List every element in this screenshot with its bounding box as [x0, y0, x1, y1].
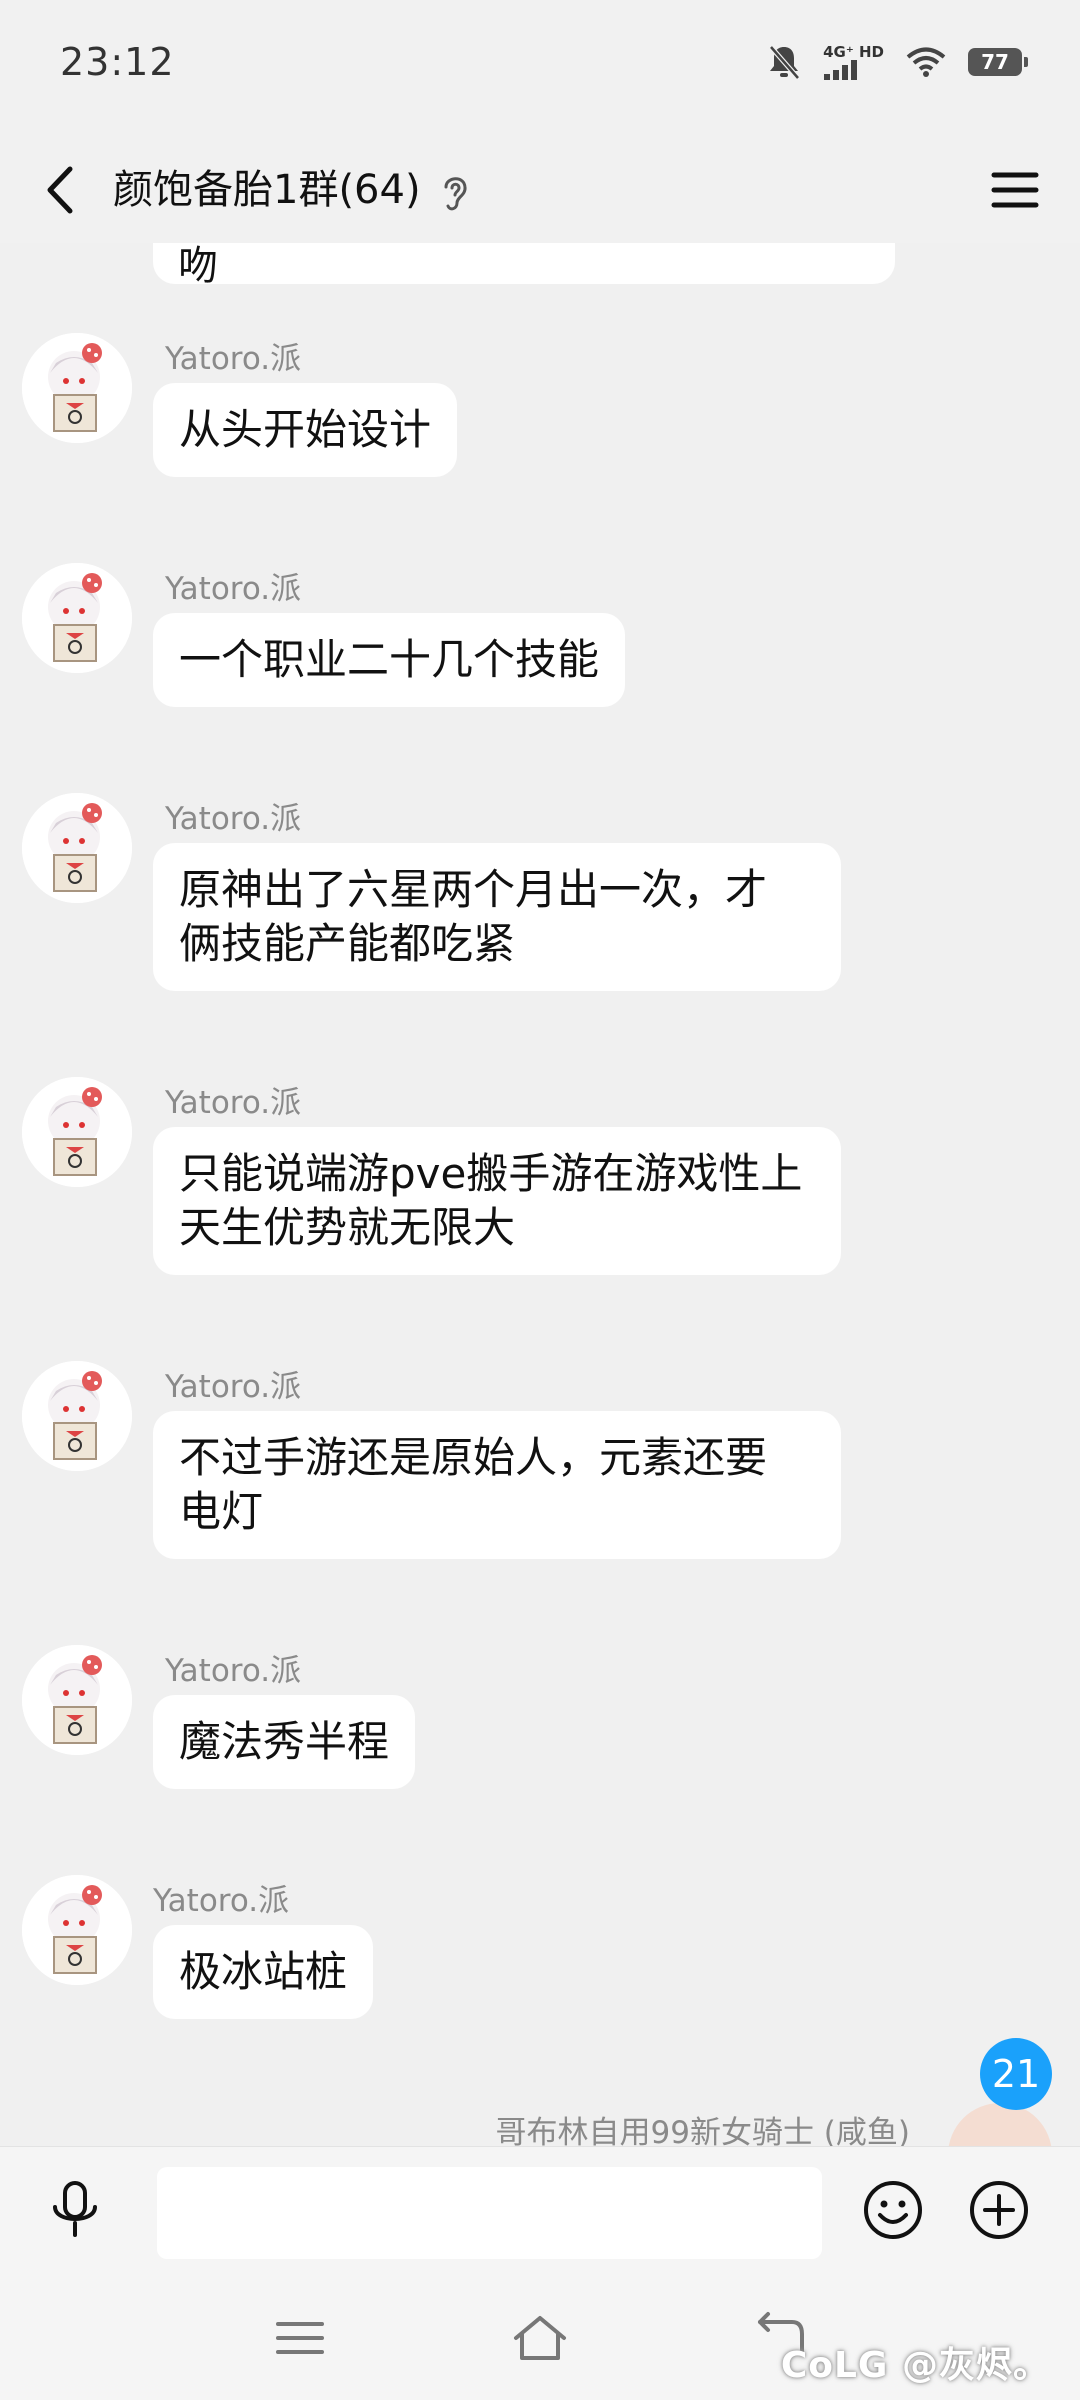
- message-line: 一个职业二十几个技能: [179, 635, 600, 684]
- wifi-icon: [906, 47, 946, 77]
- avatar-image: [22, 1077, 132, 1187]
- status-bar: 23:12 4G⁺ HD 77: [0, 0, 1080, 135]
- message-line: 天生优势就无限大: [179, 1203, 516, 1252]
- message-bubble[interactable]: 一个职业二十几个技能: [153, 613, 626, 707]
- hamburger-menu-icon[interactable]: [980, 155, 1050, 225]
- back-arrow-icon[interactable]: [30, 155, 100, 225]
- sender-name: 哥布林自用99新女骑士 (咸鱼): [495, 2115, 911, 2146]
- avatar[interactable]: [22, 1077, 132, 1187]
- input-bar: [0, 2146, 1080, 2277]
- message-line: 只能说端游pve搬手游在游戏性上: [179, 1149, 803, 1198]
- avatar-image: [22, 1645, 132, 1755]
- bell-off-icon: [769, 45, 800, 80]
- message-bubble[interactable]: 从头开始设计: [153, 383, 458, 477]
- message-bubble[interactable]: 魔法秀半程: [153, 1695, 416, 1789]
- system-nav-bar: CoLG @灰烬。: [0, 2276, 1080, 2400]
- message-line: 极冰站桩: [179, 1947, 348, 1996]
- sender-name: Yatoro.派: [165, 1369, 302, 1405]
- avatar[interactable]: [22, 793, 132, 903]
- avatar[interactable]: [22, 1875, 132, 1985]
- avatar[interactable]: [22, 1361, 132, 1471]
- watermark: CoLG @灰烬。: [780, 2345, 1050, 2386]
- sender-name: Yatoro.派: [165, 1653, 302, 1689]
- avatar-image: [22, 793, 132, 903]
- unread-count-badge[interactable]: 21: [980, 2038, 1052, 2110]
- message-line: 魔法秀半程: [179, 1717, 390, 1766]
- avatar-image: [22, 333, 132, 443]
- status-icons: 4G⁺ HD 77: [767, 42, 1028, 82]
- message-line: 电灯: [179, 1487, 264, 1536]
- plus-circle-icon[interactable]: [966, 2177, 1032, 2243]
- message-line: 原神出了六星两个月出一次，才: [179, 865, 768, 914]
- emoji-icon[interactable]: [860, 2177, 926, 2243]
- avatar[interactable]: [22, 1645, 132, 1755]
- chat-header: 颜饱备胎1群(64): [0, 135, 1080, 243]
- message-line: 俩技能产能都吃紧: [179, 919, 516, 968]
- message-bubble[interactable]: 原神出了六星两个月出一次，才 俩技能产能都吃紧: [153, 843, 841, 991]
- status-time: 23:12: [60, 40, 175, 84]
- message-bubble[interactable]: 只能说端游pve搬手游在游戏性上 天生优势就无限大: [153, 1127, 841, 1275]
- avatar-image: [22, 563, 132, 673]
- avatar[interactable]: [22, 333, 132, 443]
- previous-message-fragment: 吻: [178, 243, 218, 289]
- home-icon[interactable]: [508, 2310, 572, 2366]
- message-list[interactable]: 吻 Yatoro.派 从头开始设计 Yatoro.派 一个职业二十几个技能 Ya…: [0, 243, 1080, 2146]
- previous-message-bubble[interactable]: [153, 243, 895, 284]
- sender-name: Yatoro.派: [165, 571, 302, 607]
- microphone-icon[interactable]: [42, 2177, 108, 2243]
- ear-icon[interactable]: [438, 171, 472, 213]
- sender-name: Yatoro.派: [165, 801, 302, 837]
- avatar-image: [22, 1361, 132, 1471]
- battery-icon: 77: [968, 48, 1028, 76]
- group-title[interactable]: 颜饱备胎1群(64): [113, 155, 421, 225]
- signal-icon: [824, 59, 858, 80]
- message-bubble[interactable]: 不过手游还是原始人，元素还要 电灯: [153, 1411, 841, 1559]
- sender-name: Yatoro.派: [165, 1085, 302, 1121]
- avatar-image: [22, 1875, 132, 1985]
- avatar[interactable]: [948, 2103, 1052, 2146]
- sender-name: Yatoro.派: [165, 341, 302, 377]
- sender-name: Yatoro.派: [153, 1883, 290, 1919]
- message-input[interactable]: [157, 2167, 822, 2259]
- network-type: 4G⁺ HD: [823, 44, 884, 80]
- avatar[interactable]: [22, 563, 132, 673]
- message-bubble[interactable]: 极冰站桩: [153, 1925, 374, 2019]
- recent-apps-icon[interactable]: [268, 2310, 332, 2366]
- message-line: 不过手游还是原始人，元素还要: [179, 1433, 768, 1482]
- message-line: 从头开始设计: [179, 405, 432, 454]
